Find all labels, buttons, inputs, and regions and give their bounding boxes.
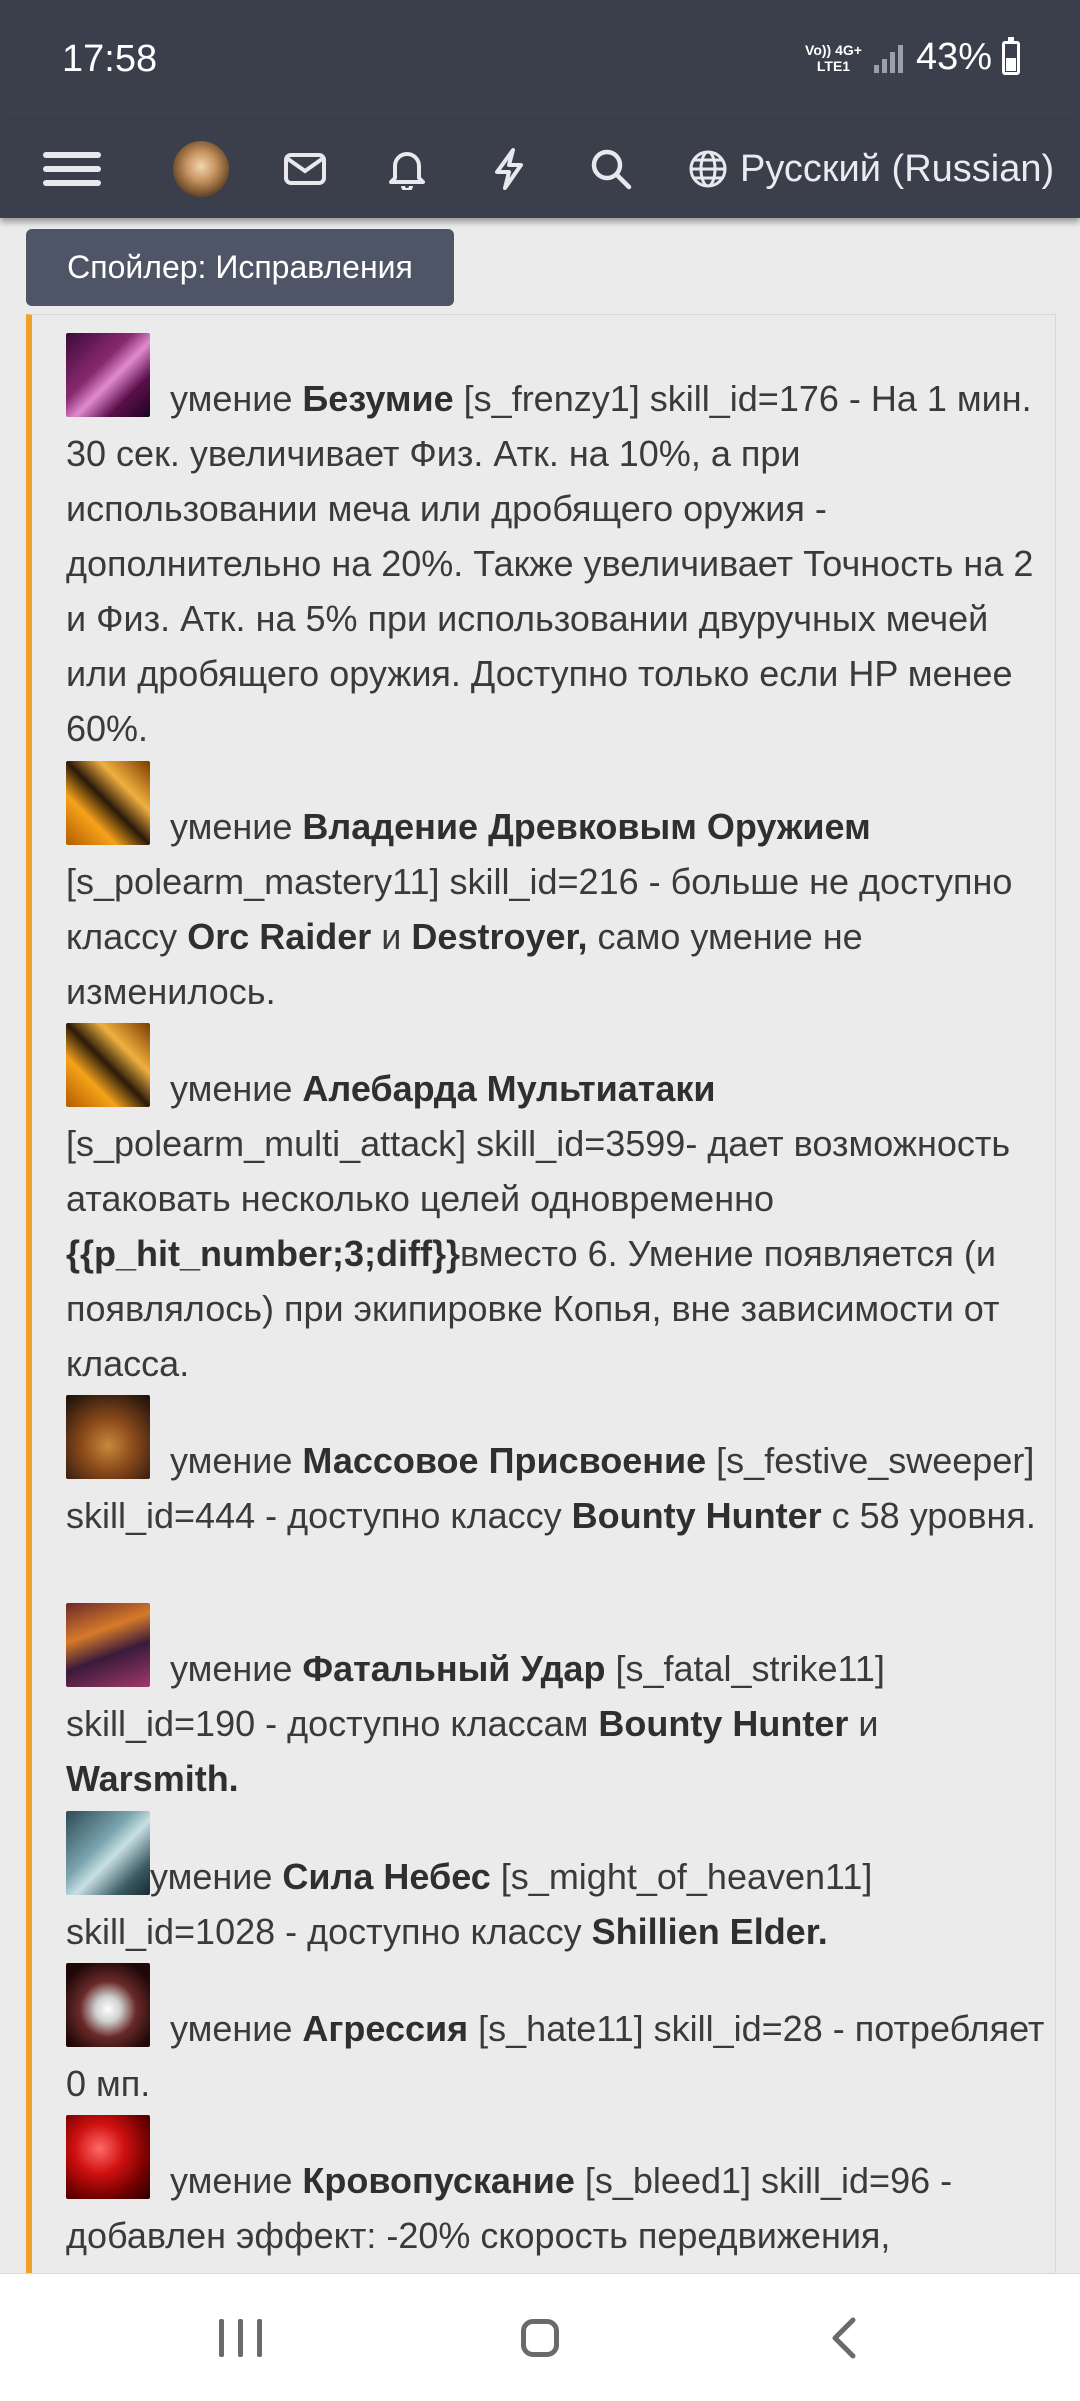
fatal-strike-skill-icon [66,1603,150,1687]
skill-name: Алебарда Мультиатаки [302,1068,716,1109]
class-name: Orc Raider [187,916,372,957]
skill-name: Кровопускание [302,2160,575,2201]
battery-icon [1002,36,1020,75]
skill-description: [s_polearm_multi_attack] skill_id=3599- … [66,1123,1011,1219]
entry-prefix: умение [170,378,293,419]
mail-icon[interactable] [280,120,330,218]
battery-percent: 43% [915,36,992,78]
battery-fill [1006,58,1016,71]
class-name: Warsmith. [66,1758,239,1799]
skill-name: Владение Древковым Оружием [302,806,871,847]
skill-entry-festive-sweeper: умение Массовое Присвоение [s_festive_sw… [66,1395,1046,1543]
bell-icon[interactable] [382,120,432,218]
search-icon[interactable] [586,120,636,218]
network-indicator: Vo)) 4G+ LTE1 [805,42,862,74]
spoiler-content: умение Безумие [s_frenzy1] skill_id=176 … [26,314,1056,2274]
back-chevron-icon [832,2317,856,2358]
class-name: Bounty Hunter [598,1703,849,1744]
sweeper-skill-icon [66,1395,150,1479]
skill-entry-hate: умение Агрессия [s_hate11] skill_id=28 -… [66,1963,1046,2111]
skill-name: Безумие [302,378,454,419]
skill-entry-frenzy: умение Безумие [s_frenzy1] skill_id=176 … [66,333,1046,756]
skill-name: Агрессия [302,2008,469,2049]
skill-entry-fatal-strike: умение Фатальный Удар [s_fatal_strike11]… [66,1603,1046,1806]
entry-prefix: умение [170,1648,293,1689]
skill-description: с 58 уровня. [831,1495,1036,1536]
entry-prefix: умение [170,1068,293,1109]
class-name: Destroyer, [411,916,588,957]
back-button[interactable] [784,2274,904,2401]
network-bottom-label: LTE1 [816,57,851,74]
skill-entry-polearm-mastery: умение Владение Древковым Оружием [s_pol… [66,761,1046,1019]
template-variable: {{p_hit_number;3;diff}} [66,1233,461,1274]
recent-apps-button[interactable] [180,2274,300,2401]
home-button[interactable] [480,2274,600,2401]
entry-prefix: умение [170,806,293,847]
skill-description: и [858,1703,879,1744]
skill-name: Сила Небес [282,1856,491,1897]
top-navigation: Русский (Russian) [0,120,1080,218]
bleed-skill-icon [66,2115,150,2199]
home-icon [521,2318,559,2357]
status-time: 17:58 [62,38,158,80]
network-top-label: Vo)) 4G+ [805,41,862,58]
signal-icon [873,44,903,73]
avatar [173,141,229,197]
entry-prefix: умение [150,1856,273,1897]
polearm-skill-icon [66,761,150,845]
skill-name: Фатальный Удар [302,1648,606,1689]
language-selector[interactable]: Русский (Russian) [688,120,1064,218]
frenzy-skill-icon [66,333,150,417]
might-skill-icon [66,1811,150,1895]
spoiler-toggle-button[interactable]: Спойлер: Исправления [26,229,454,306]
class-name: Bounty Hunter [571,1495,822,1536]
entry-prefix: умение [170,1440,293,1481]
polearm-skill-icon [66,1023,150,1107]
entry-prefix: умение [170,2008,293,2049]
user-avatar-button[interactable] [170,120,232,218]
lightning-icon[interactable] [484,120,534,218]
skill-description: [s_frenzy1] skill_id=176 - На 1 мин. 30 … [66,378,1034,749]
skill-description: и [381,916,402,957]
menu-icon[interactable] [40,120,104,218]
status-icons: Vo)) 4G+ LTE1 43% [805,36,1020,79]
hate-skill-icon [66,1963,150,2047]
skill-name: Массовое Присвоение [302,1440,707,1481]
skill-entry-bleed: умение Кровопускание [s_bleed1] skill_id… [66,2115,1046,2263]
status-bar: 17:58 Vo)) 4G+ LTE1 43% [0,0,1080,120]
system-navigation-bar [0,2273,1080,2401]
language-label: Русский (Russian) [740,147,1055,190]
globe-icon [689,150,727,188]
skill-entry-polearm-multi-attack: умение Алебарда Мультиатаки [s_polearm_m… [66,1023,1046,1391]
skill-entry-might-of-heaven: умение Сила Небес [s_might_of_heaven11] … [66,1811,1046,1959]
class-name: Shillien Elder. [591,1911,828,1952]
entry-prefix: умение [170,2160,293,2201]
